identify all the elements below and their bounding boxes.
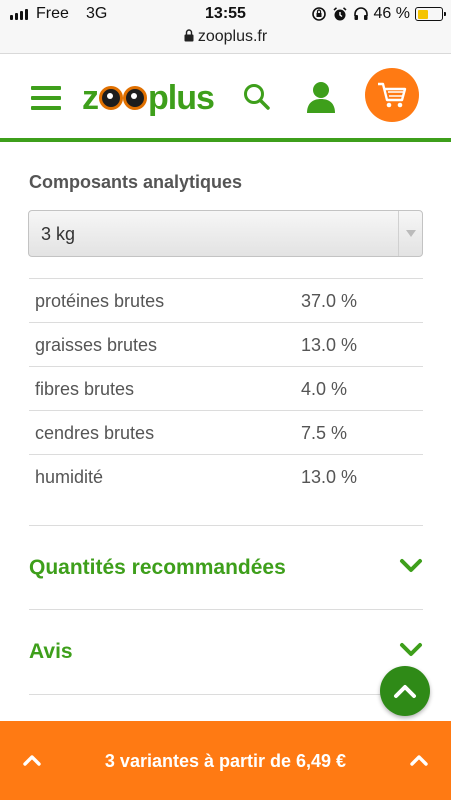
variants-text: 3 variantes à partir de 6,49 € [104, 751, 347, 771]
logo-prefix: z [82, 78, 99, 117]
site-header: z plus [0, 54, 451, 142]
component-value: 37.0 % [301, 291, 358, 311]
chevron-down-icon [400, 559, 422, 572]
table-row: protéines brutes 37.0 % [29, 279, 423, 323]
search-icon[interactable] [242, 82, 272, 117]
hamburger-menu-icon[interactable] [31, 86, 61, 110]
component-name: graisses brutes [35, 335, 158, 355]
accordion-recommended-quantities[interactable]: Quantités recommandées [29, 525, 423, 610]
chevron-down-icon [400, 643, 422, 656]
accordion-label: Quantités recommandées [29, 556, 286, 579]
component-name: protéines brutes [35, 291, 165, 311]
url-text: zooplus.fr [197, 28, 268, 45]
battery-icon [415, 7, 446, 21]
table-row: graisses brutes 13.0 % [29, 323, 423, 367]
variants-bar[interactable]: 3 variantes à partir de 6,49 € [0, 721, 451, 800]
table-row: cendres brutes 7.5 % [29, 411, 423, 455]
weight-select-value: 3 kg [41, 224, 76, 244]
status-bar: Free 3G 13:55 46 % zooplus.fr [0, 0, 451, 54]
logo-eyes-icon [99, 86, 147, 110]
component-name: cendres brutes [35, 423, 155, 443]
component-value: 13.0 % [301, 335, 358, 355]
user-icon[interactable] [305, 80, 337, 119]
divider [29, 694, 423, 695]
accordion-label: Avis [29, 640, 73, 663]
chevron-up-icon [394, 685, 416, 698]
table-row: humidité 13.0 % [29, 455, 423, 499]
component-value: 4.0 % [301, 379, 348, 399]
headphones-icon [353, 7, 368, 20]
weight-select[interactable]: 3 kg [28, 210, 423, 257]
chevron-down-icon [398, 211, 422, 256]
address-bar[interactable]: zooplus.fr [0, 28, 451, 46]
section-title-analytics: Composants analytiques [29, 172, 243, 192]
component-name: fibres brutes [35, 379, 135, 399]
component-value: 13.0 % [301, 467, 358, 487]
component-name: humidité [35, 467, 104, 487]
lock-icon [184, 29, 194, 42]
composition-table: protéines brutes 37.0 % graisses brutes … [29, 278, 423, 499]
chevron-up-icon [410, 755, 428, 766]
rotation-lock-icon [311, 7, 326, 21]
cart-icon [378, 82, 407, 108]
table-row: fibres brutes 4.0 % [29, 367, 423, 411]
cart-button[interactable] [365, 68, 419, 122]
battery-percentage: 46 % [373, 5, 410, 22]
scroll-to-top-button[interactable] [380, 666, 430, 716]
logo-suffix: plus [148, 78, 215, 117]
accordion-reviews[interactable]: Avis [29, 609, 423, 694]
alarm-icon [333, 7, 347, 21]
zooplus-logo[interactable]: z plus [82, 76, 215, 120]
component-value: 7.5 % [301, 423, 348, 443]
